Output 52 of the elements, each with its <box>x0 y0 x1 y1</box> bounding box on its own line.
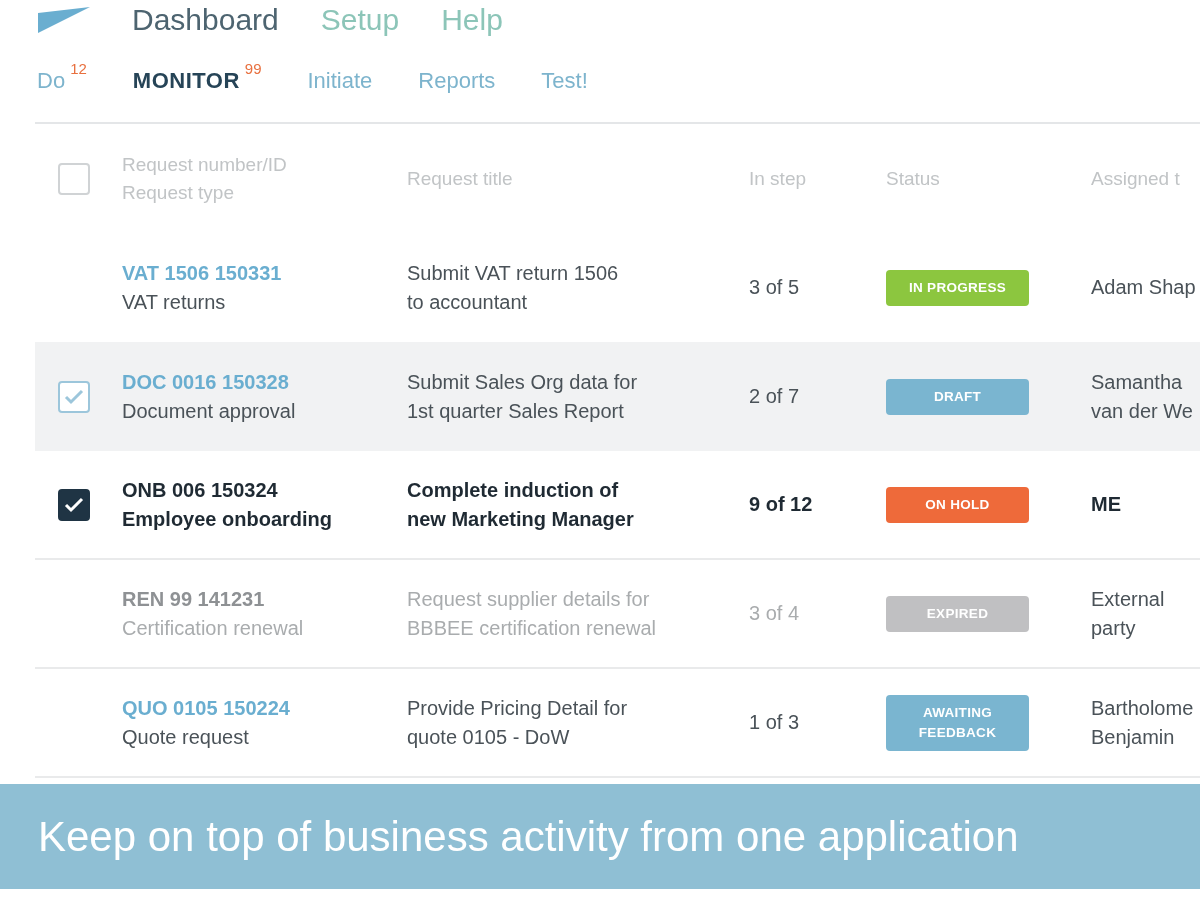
step-cell-text: 1 of 3 <box>749 710 801 735</box>
status-badge: DRAFT <box>886 378 1029 415</box>
caption-banner: Keep on top of business activity from one application <box>0 784 1200 889</box>
column-header: In step <box>749 166 808 191</box>
step-cell-text: 3 of 5 <box>749 275 801 300</box>
status-badge: AWAITING FEEDBACK <box>886 694 1029 751</box>
column-header: Request title <box>407 166 514 191</box>
request-type: Employee onboarding <box>122 506 334 532</box>
request-title: Submit Sales Org data for 1st quarter Sales Report <box>407 369 639 424</box>
highlighted-row[interactable]: DOC 0016 150328 Document approval Submit Sales Org data for 1st quarter Sales Report 2 of 7 DRAFT Samantha van der We <box>35 342 1200 451</box>
assignee-cell-text: Adam Shap <box>1091 275 1197 300</box>
step-cell-text: 3 of 4 <box>749 601 801 626</box>
step-cell-text: 9 of 12 <box>749 492 814 517</box>
select-all-checkbox[interactable] <box>58 162 90 195</box>
tab[interactable]: MONITOR <box>132 68 240 94</box>
request-type: Quote request <box>122 724 250 750</box>
check-icon <box>64 496 84 513</box>
column-header: Status <box>886 166 941 191</box>
logo-icon <box>38 7 90 33</box>
tab[interactable]: Reports <box>418 68 496 94</box>
count-label: 99 <box>244 60 262 77</box>
column-header: Assigned t <box>1091 166 1181 191</box>
row-checkbox[interactable] <box>58 380 90 413</box>
request-type: Certification renewal <box>122 615 305 641</box>
column-header: Request number/ID Request type <box>122 152 288 205</box>
status-badge: IN PROGRESS <box>886 269 1029 306</box>
request-id-link[interactable]: QUO 0105 150224 <box>122 693 407 723</box>
request-type: Document approval <box>122 398 297 424</box>
step-cell-text: 2 of 7 <box>749 384 801 409</box>
request-id-link[interactable]: DOC 0016 150328 <box>122 367 407 397</box>
request-title: Submit VAT return 1506 to accountant <box>407 260 620 315</box>
request-type: VAT returns <box>122 289 227 315</box>
tab[interactable]: Test! <box>541 68 588 94</box>
nav-link[interactable]: Help <box>441 5 503 35</box>
tab[interactable]: Do <box>37 68 66 94</box>
status-badge: ON HOLD <box>886 486 1029 523</box>
request-id-link[interactable]: ONB 006 150324 <box>122 475 407 505</box>
assignee-cell-text: Samantha van der We <box>1091 369 1194 424</box>
row-checkbox[interactable] <box>58 488 90 521</box>
assignee-cell-text: External party <box>1091 586 1166 641</box>
request-title: Complete induction of new Marketing Manager <box>407 477 635 532</box>
tab[interactable]: Initiate <box>307 68 373 94</box>
assignee-cell-text: ME <box>1091 492 1122 517</box>
status-badge: EXPIRED <box>886 595 1029 632</box>
nav-link[interactable]: Dashboard <box>132 5 279 35</box>
nav-link[interactable]: Setup <box>320 5 400 35</box>
request-id-link[interactable]: VAT 1506 150331 <box>122 258 407 288</box>
check-icon <box>64 388 84 405</box>
request-title: Request supplier details for BBBEE certification renewal <box>407 586 657 641</box>
count-label: 12 <box>70 60 87 77</box>
request-title: Provide Pricing Detail for quote 0105 - DoW <box>407 695 629 750</box>
assignee-cell-text: Bartholome Benjamin <box>1091 695 1195 750</box>
